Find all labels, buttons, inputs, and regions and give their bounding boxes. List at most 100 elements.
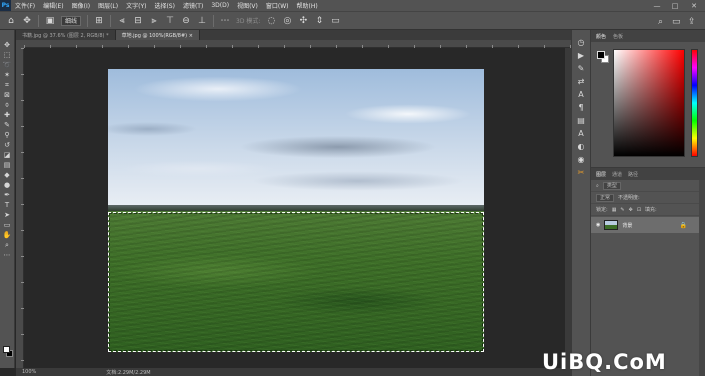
lock-all-icon[interactable]: ⊡ [637, 207, 641, 213]
saturation-value-field[interactable] [613, 49, 685, 157]
align-center-icon[interactable]: ⊟ [133, 16, 143, 26]
foreground-color-swatch[interactable] [3, 346, 10, 353]
magic-wand-tool-icon[interactable]: ✶ [1, 70, 14, 80]
hue-slider[interactable] [691, 49, 698, 157]
divider [38, 14, 39, 27]
menu-select[interactable]: 选择(S) [150, 1, 179, 10]
history-icon[interactable]: ◷ [574, 36, 588, 49]
zoom-tool-icon[interactable]: ⌕ [1, 240, 14, 250]
3d-scale-icon[interactable]: ▭ [330, 16, 340, 26]
tab-paths[interactable]: 路径 [628, 171, 638, 178]
paragraph-icon[interactable]: ¶ [574, 101, 588, 114]
maximize-button[interactable]: □ [666, 0, 684, 11]
libraries-icon[interactable]: ▤ [574, 114, 588, 127]
kind-filter-select[interactable]: 类型 [602, 181, 621, 190]
ruler-corner[interactable] [16, 40, 24, 48]
menu-edit[interactable]: 编辑(E) [39, 1, 67, 10]
tab-swatches[interactable]: 色板 [613, 33, 623, 40]
type-tool-icon[interactable]: T [1, 200, 14, 210]
auto-select-icon[interactable]: ▣ [45, 16, 55, 26]
menu-type[interactable]: 文字(Y) [122, 1, 150, 10]
photoshop-window: Ps 文件(F) 编辑(E) 图像(I) 图层(L) 文字(Y) 选择(S) 滤… [0, 0, 705, 376]
menu-filter[interactable]: 滤镜(T) [179, 1, 207, 10]
eyedropper-tool-icon[interactable]: ⌽ [1, 100, 14, 110]
tab-channels[interactable]: 通道 [612, 171, 622, 178]
glyphs-icon[interactable]: A [574, 127, 588, 140]
healing-brush-tool-icon[interactable]: ✚ [1, 110, 14, 120]
workspace-icon[interactable]: ▭ [672, 12, 681, 31]
menu-image[interactable]: 图像(I) [68, 1, 94, 10]
transform-controls-icon[interactable]: ⊞ [94, 16, 104, 26]
menu-layer[interactable]: 图层(L) [94, 1, 122, 10]
crop-tool-icon[interactable]: ⌗ [1, 80, 14, 90]
layers-scrollbar[interactable] [699, 180, 705, 376]
clone-stamp-tool-icon[interactable]: ⚲ [1, 130, 14, 140]
eraser-tool-icon[interactable]: ◪ [1, 150, 14, 160]
vertical-ruler[interactable] [16, 48, 24, 368]
move-tool-icon[interactable]: ✥ [22, 16, 32, 26]
zoom-level[interactable]: 100% [22, 369, 36, 375]
shape-tool-icon[interactable]: ▭ [1, 220, 14, 230]
blend-mode-select[interactable]: 正常 [596, 193, 615, 202]
menu-help[interactable]: 帮助(H) [293, 1, 322, 10]
foreground-color-chip[interactable] [597, 51, 605, 59]
app-logo[interactable]: Ps [0, 0, 11, 11]
mode-select[interactable]: 细线 [61, 15, 82, 26]
menu-view[interactable]: 视图(V) [233, 1, 262, 10]
align-bottom-icon[interactable]: ⊥ [197, 16, 207, 26]
menu-file[interactable]: 文件(F) [11, 1, 39, 10]
lock-icon[interactable]: 🔒 [680, 222, 687, 229]
tab-color[interactable]: 颜色 [596, 33, 606, 40]
tools-orange-icon[interactable]: ✂ [574, 166, 588, 179]
eye-icon[interactable]: ◉ [596, 222, 600, 228]
actions-icon[interactable]: ▶ [574, 49, 588, 62]
move-tool-icon[interactable]: ✥ [1, 40, 14, 50]
brush-tool-icon[interactable]: ✎ [1, 120, 14, 130]
3d-pan-icon[interactable]: ✣ [298, 16, 308, 26]
layer-row-background[interactable]: ◉ 背景 🔒 [591, 217, 705, 233]
align-middle-icon[interactable]: ⊖ [181, 16, 191, 26]
menu-3d[interactable]: 3D(D) [207, 2, 233, 9]
home-icon[interactable]: ⌂ [6, 16, 16, 26]
selection-marquee[interactable] [108, 212, 484, 352]
3d-orbit-icon[interactable]: ◌ [266, 16, 276, 26]
lock-transparency-icon[interactable]: ▦ [612, 207, 617, 213]
tab-document-1[interactable]: 书籍.jpg @ 37.6% (图层 2, RGB/8) * [16, 30, 116, 40]
menu-window[interactable]: 窗口(W) [262, 1, 293, 10]
adjustments-icon[interactable]: ◐ [574, 140, 588, 153]
frame-tool-icon[interactable]: ⊠ [1, 90, 14, 100]
document-size[interactable]: 文档:2.29M/2.29M [106, 369, 150, 376]
minimize-button[interactable]: — [648, 0, 666, 11]
color-panel-tabs: 颜色 色板 [591, 30, 705, 42]
lock-brush-icon[interactable]: ✎ [620, 207, 624, 213]
hand-tool-icon[interactable]: ✋ [1, 230, 14, 240]
tab-layers[interactable]: 图层 [596, 171, 606, 178]
lasso-tool-icon[interactable]: ➰ [1, 60, 14, 70]
history-brush-tool-icon[interactable]: ↺ [1, 140, 14, 150]
brushes-icon[interactable]: ✎ [574, 62, 588, 75]
align-top-icon[interactable]: ⊤ [165, 16, 175, 26]
horizontal-ruler[interactable] [24, 40, 571, 48]
layers-panel: 图层 通道 路径 ⌕ 类型 正常 不透明度: 锁定: ▦ ✎ ✥ ⊡ 填充: ◉ [591, 167, 705, 376]
share-icon[interactable]: ⇪ [688, 12, 696, 31]
marquee-tool-icon[interactable]: ⬚ [1, 50, 14, 60]
align-right-icon[interactable]: ⫸ [149, 16, 159, 26]
edit-toolbar-icon[interactable]: ⋯ [1, 250, 14, 260]
tab-document-2[interactable]: 草地.jpg @ 100%(RGB/8#) × [115, 30, 200, 40]
pen-tool-icon[interactable]: ✒ [1, 190, 14, 200]
lock-position-icon[interactable]: ✥ [629, 207, 633, 213]
gradient-tool-icon[interactable]: ▤ [1, 160, 14, 170]
3d-roll-icon[interactable]: ◎ [282, 16, 292, 26]
camera-icon[interactable]: ◉ [574, 153, 588, 166]
dodge-tool-icon[interactable]: ● [1, 180, 14, 190]
align-left-icon[interactable]: ⫷ [117, 16, 127, 26]
more-options-icon[interactable]: ⋯ [220, 16, 230, 26]
blur-tool-icon[interactable]: ◆ [1, 170, 14, 180]
layer-thumbnail [604, 220, 619, 230]
3d-slide-icon[interactable]: ⇕ [314, 16, 324, 26]
character-icon[interactable]: A [574, 88, 588, 101]
path-selection-tool-icon[interactable]: ➤ [1, 210, 14, 220]
close-button[interactable]: ✕ [685, 0, 703, 11]
clone-source-icon[interactable]: ⇄ [574, 75, 588, 88]
search-icon[interactable]: ⌕ [658, 12, 663, 31]
